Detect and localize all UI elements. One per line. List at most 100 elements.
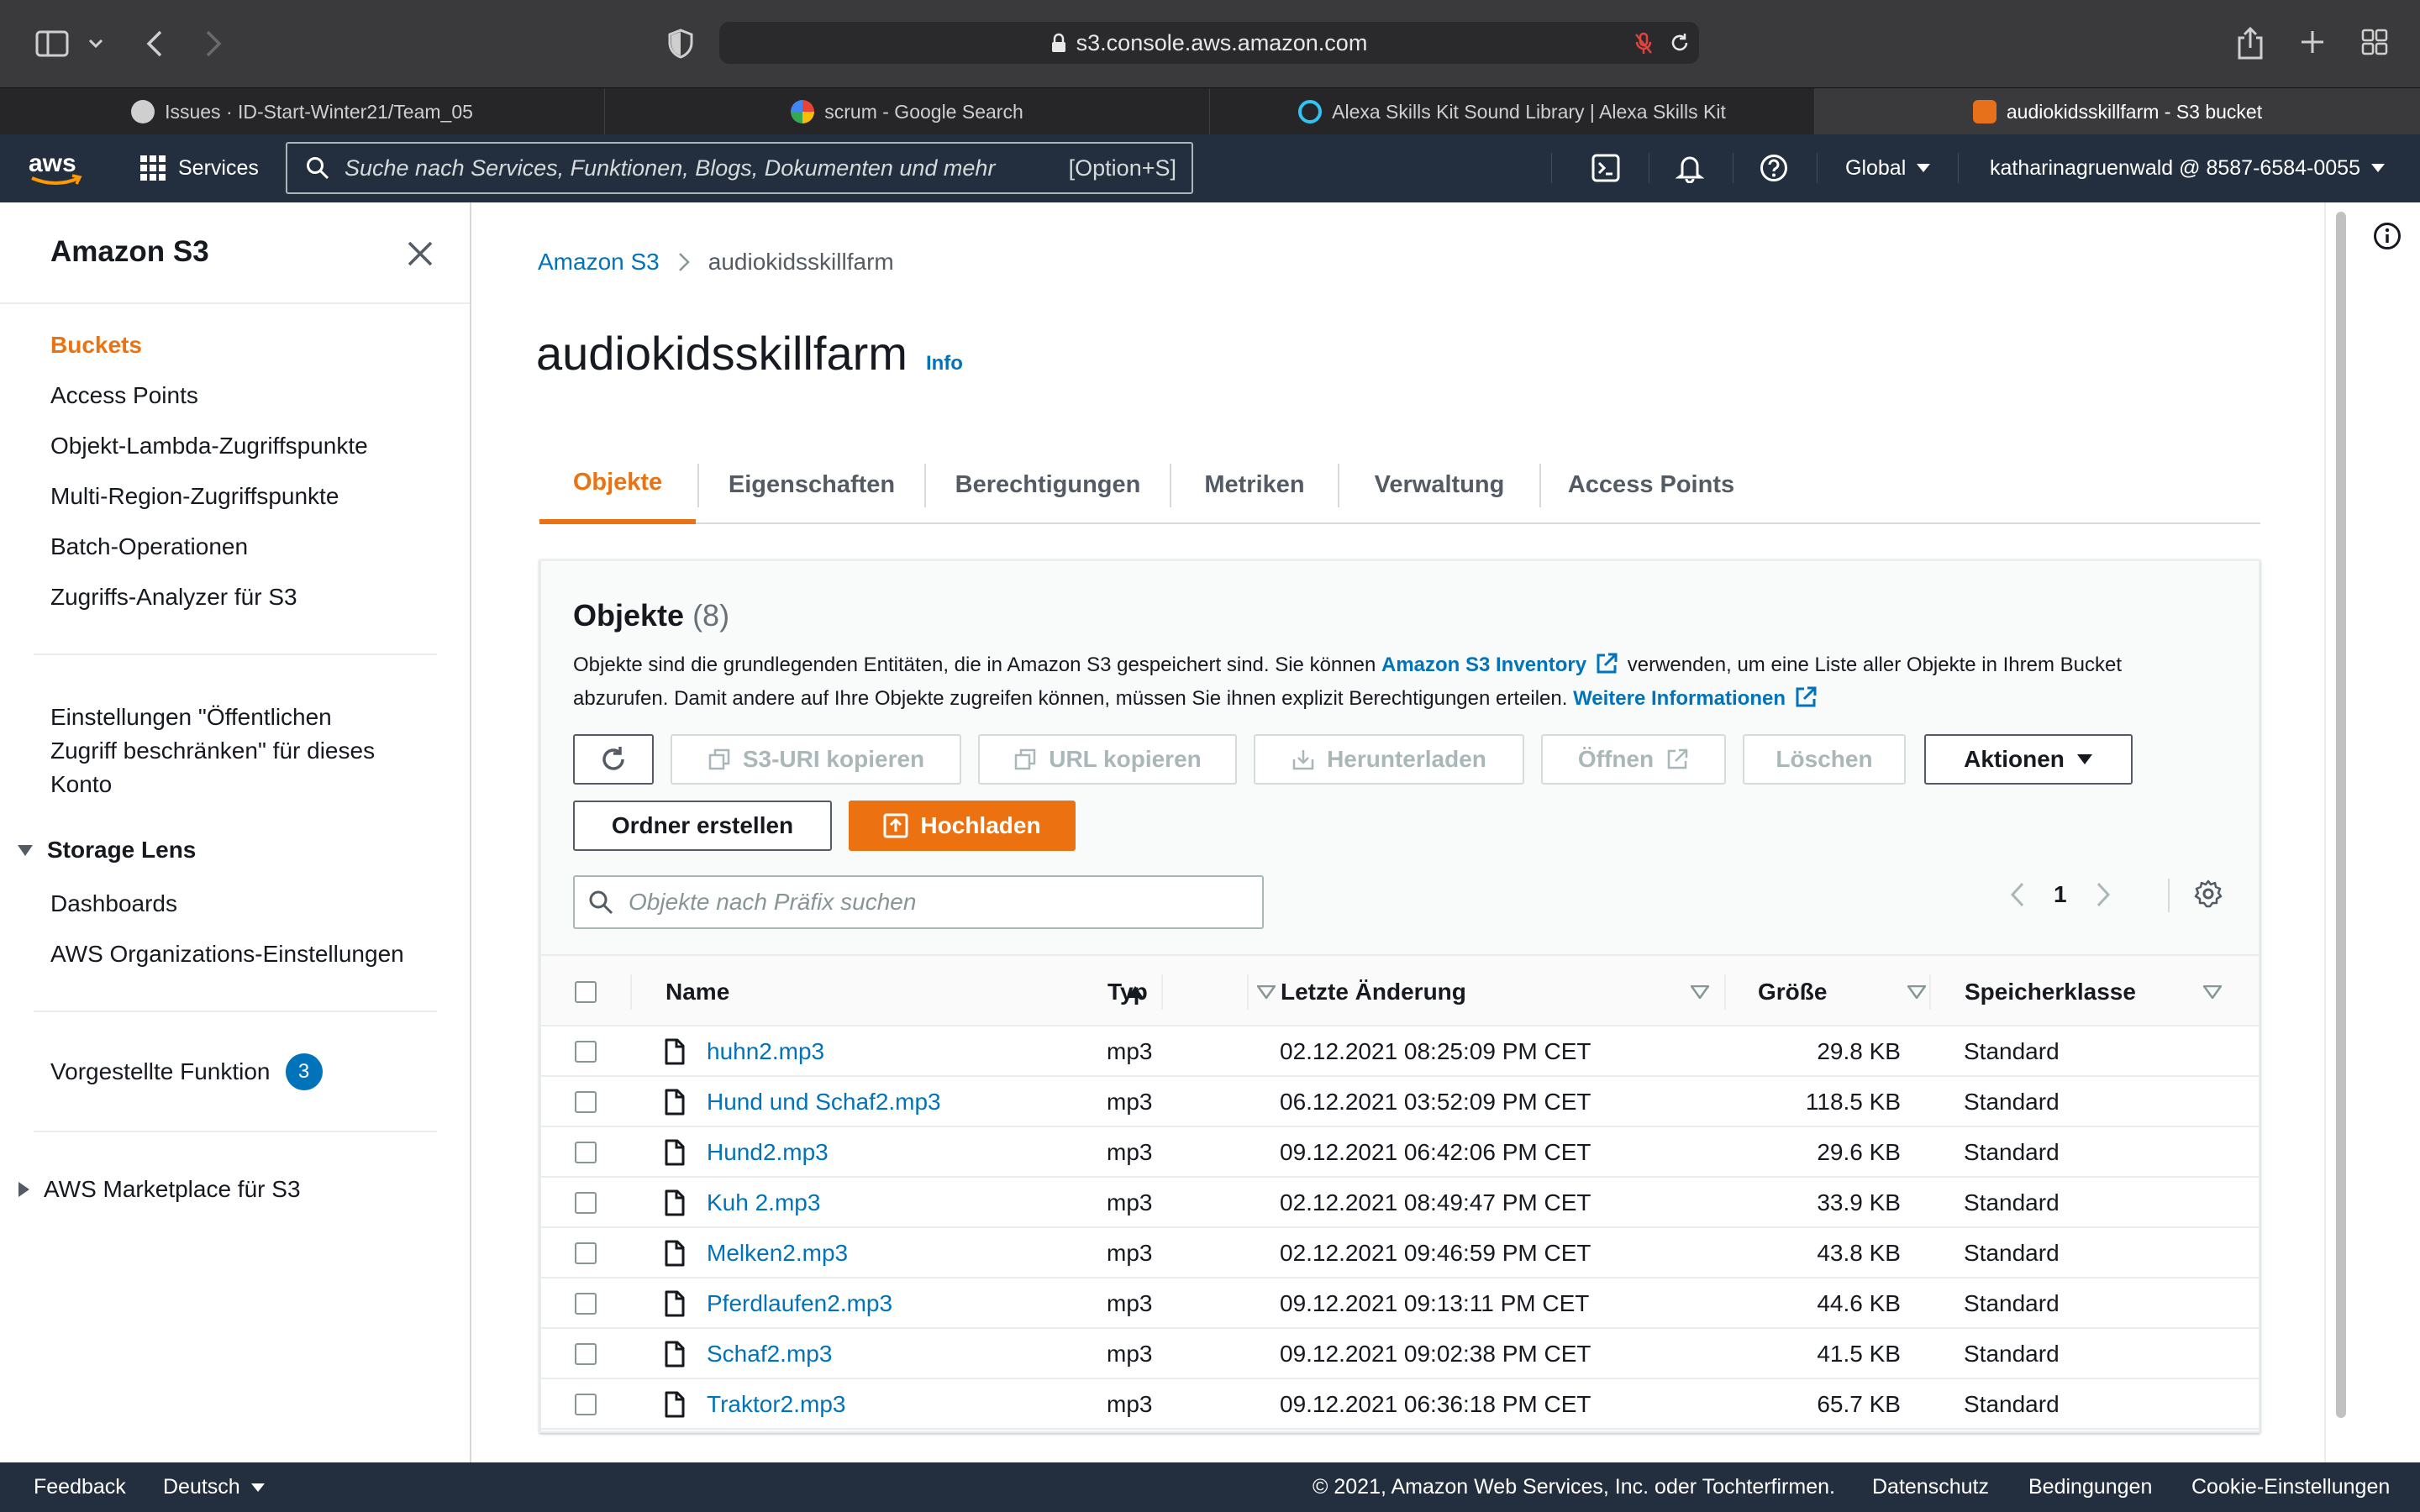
sidebar-item-featured[interactable]: Vorgestellte Funktion 3 bbox=[50, 1053, 323, 1090]
refresh-button[interactable] bbox=[573, 734, 654, 785]
sidebar-item-access-points[interactable]: Access Points bbox=[50, 382, 198, 409]
column-header-size[interactable]: Größe bbox=[1758, 956, 1926, 1028]
address-bar[interactable]: s3.console.aws.amazon.com bbox=[719, 22, 1699, 64]
settings-gear-icon[interactable] bbox=[2193, 879, 2223, 909]
sidebar-item-batch-operations[interactable]: Batch-Operationen bbox=[50, 533, 248, 560]
row-checkbox[interactable] bbox=[575, 1379, 597, 1430]
reload-icon[interactable] bbox=[1669, 32, 1691, 54]
share-icon[interactable] bbox=[2232, 24, 2269, 64]
checkbox[interactable] bbox=[575, 1192, 597, 1214]
actions-dropdown-button[interactable]: Aktionen bbox=[1924, 734, 2133, 785]
breadcrumb-link-amazon-s3[interactable]: Amazon S3 bbox=[538, 249, 660, 276]
browser-tab-google[interactable]: scrum - Google Search bbox=[605, 88, 1210, 135]
open-button[interactable]: Öffnen bbox=[1541, 734, 1726, 785]
help-icon[interactable] bbox=[1760, 152, 1788, 184]
table-row[interactable]: Schaf2.mp3 mp3 09.12.2021 09:02:38 PM CET 4… bbox=[541, 1329, 2259, 1379]
sidebar-item-multi-region[interactable]: Multi-Region-Zugriffspunkte bbox=[50, 483, 339, 510]
object-prefix-search[interactable] bbox=[573, 875, 1264, 929]
tab-properties[interactable]: Eigenschaften bbox=[699, 445, 924, 524]
page-number[interactable]: 1 bbox=[2054, 881, 2067, 908]
back-icon[interactable] bbox=[139, 25, 170, 62]
aws-search-input[interactable] bbox=[343, 154, 1032, 182]
copy-s3-uri-button[interactable]: S3-URI kopieren bbox=[671, 734, 961, 785]
table-row[interactable]: huhn2.mp3 mp3 02.12.2021 08:25:09 PM CET 29… bbox=[541, 1026, 2259, 1077]
cloudshell-icon[interactable] bbox=[1591, 152, 1620, 184]
table-row[interactable]: Traktor2.mp3 mp3 09.12.2021 06:36:18 PM CE… bbox=[541, 1379, 2259, 1430]
table-row[interactable]: Pferdlaufen2.mp3 mp3 09.12.2021 09:13:11 P… bbox=[541, 1278, 2259, 1329]
object-name-link[interactable]: Traktor2.mp3 bbox=[707, 1379, 845, 1430]
sidebar-item-buckets[interactable]: Buckets bbox=[50, 332, 142, 359]
table-row[interactable]: Melken2.mp3 mp3 02.12.2021 09:46:59 PM CET… bbox=[541, 1228, 2259, 1278]
next-page-icon[interactable] bbox=[2096, 881, 2111, 908]
tab-overview-icon[interactable] bbox=[2358, 25, 2391, 59]
checkbox[interactable] bbox=[575, 1293, 597, 1315]
prev-page-icon[interactable] bbox=[2010, 881, 2025, 908]
services-menu-button[interactable]: Services bbox=[139, 150, 259, 186]
column-header-last-modified[interactable]: Letzte Änderung bbox=[1281, 956, 1709, 1028]
mic-muted-icon[interactable] bbox=[1634, 32, 1654, 55]
privacy-shield-icon[interactable] bbox=[664, 27, 697, 60]
object-name-link[interactable]: Melken2.mp3 bbox=[707, 1228, 848, 1278]
download-button[interactable]: Herunterladen bbox=[1254, 734, 1524, 785]
account-menu[interactable]: katharinagruenwald @ 8587-6584-0055 bbox=[1990, 152, 2386, 184]
checkbox[interactable] bbox=[575, 1091, 597, 1113]
language-selector[interactable]: Deutsch bbox=[163, 1462, 266, 1512]
row-checkbox[interactable] bbox=[575, 1178, 597, 1228]
checkbox[interactable] bbox=[575, 1242, 597, 1264]
sidebar-item-dashboards[interactable]: Dashboards bbox=[50, 890, 177, 917]
column-header-type[interactable]: Typ bbox=[1107, 956, 1276, 1028]
row-checkbox[interactable] bbox=[575, 1329, 597, 1379]
select-all-checkbox[interactable] bbox=[575, 956, 597, 1028]
feedback-link[interactable]: Feedback bbox=[34, 1462, 126, 1512]
checkbox[interactable] bbox=[575, 981, 597, 1003]
sidebar-item-organizations-settings[interactable]: AWS Organizations-Einstellungen bbox=[50, 941, 404, 968]
tab-access-points[interactable]: Access Points bbox=[1541, 445, 1761, 524]
sidebar-item-object-lambda[interactable]: Objekt-Lambda-Zugriffspunkte bbox=[50, 433, 368, 459]
browser-tab-alexa[interactable]: Alexa Skills Kit Sound Library | Alexa S… bbox=[1210, 88, 1815, 135]
storage-lens-section[interactable]: Storage Lens bbox=[17, 837, 196, 864]
create-folder-button[interactable]: Ordner erstellen bbox=[573, 801, 832, 851]
column-header-storage-class[interactable]: Speicherklasse bbox=[1965, 956, 2222, 1028]
tab-objects[interactable]: Objekte bbox=[539, 445, 696, 524]
table-row[interactable]: Hund und Schaf2.mp3 mp3 06.12.2021 03:52:0… bbox=[541, 1077, 2259, 1127]
row-checkbox[interactable] bbox=[575, 1228, 597, 1278]
browser-tab-s3[interactable]: audiokidsskillfarm - S3 bucket bbox=[1815, 88, 2420, 135]
aws-search-box[interactable]: [Option+S] bbox=[286, 142, 1193, 194]
marketplace-section[interactable]: AWS Marketplace für S3 bbox=[17, 1176, 301, 1203]
scrollbar[interactable] bbox=[2336, 212, 2346, 1418]
close-icon[interactable] bbox=[405, 239, 435, 269]
checkbox[interactable] bbox=[575, 1041, 597, 1063]
object-name-link[interactable]: Hund und Schaf2.mp3 bbox=[707, 1077, 941, 1127]
checkbox[interactable] bbox=[575, 1343, 597, 1365]
table-row[interactable]: Hund2.mp3 mp3 09.12.2021 06:42:06 PM CET 29… bbox=[541, 1127, 2259, 1178]
column-header-name[interactable]: Name bbox=[666, 956, 1144, 1028]
delete-button[interactable]: Löschen bbox=[1743, 734, 1906, 785]
tab-management[interactable]: Verwaltung bbox=[1339, 445, 1539, 524]
object-name-link[interactable]: Schaf2.mp3 bbox=[707, 1329, 832, 1379]
object-name-link[interactable]: Pferdlaufen2.mp3 bbox=[707, 1278, 892, 1329]
terms-link[interactable]: Bedingungen bbox=[2028, 1462, 2152, 1512]
region-selector[interactable]: Global bbox=[1845, 152, 1931, 184]
object-name-link[interactable]: Hund2.mp3 bbox=[707, 1127, 829, 1178]
upload-button[interactable]: Hochladen bbox=[849, 801, 1076, 851]
chevron-down-icon[interactable] bbox=[84, 32, 108, 55]
privacy-link[interactable]: Datenschutz bbox=[1872, 1462, 1989, 1512]
checkbox[interactable] bbox=[575, 1142, 597, 1163]
copy-url-button[interactable]: URL kopieren bbox=[978, 734, 1237, 785]
cookie-settings-link[interactable]: Cookie-Einstellungen bbox=[2191, 1462, 2390, 1512]
sidebar-item-access-analyzer[interactable]: Zugriffs-Analyzer für S3 bbox=[50, 584, 297, 611]
s3-inventory-link[interactable]: Amazon S3 Inventory bbox=[1381, 654, 1586, 676]
object-prefix-search-input[interactable] bbox=[627, 888, 1232, 916]
new-tab-icon[interactable] bbox=[2296, 25, 2329, 59]
aws-logo[interactable]: aws bbox=[27, 150, 86, 190]
sidebar-toggle-icon[interactable] bbox=[34, 27, 71, 60]
info-circle-icon[interactable] bbox=[2373, 222, 2402, 250]
checkbox[interactable] bbox=[575, 1394, 597, 1415]
bell-icon[interactable] bbox=[1676, 152, 1704, 184]
row-checkbox[interactable] bbox=[575, 1026, 597, 1077]
row-checkbox[interactable] bbox=[575, 1077, 597, 1127]
object-name-link[interactable]: Kuh 2.mp3 bbox=[707, 1178, 820, 1228]
info-link[interactable]: Info bbox=[926, 352, 963, 375]
tab-metrics[interactable]: Metriken bbox=[1171, 445, 1338, 524]
tab-permissions[interactable]: Berechtigungen bbox=[926, 445, 1170, 524]
